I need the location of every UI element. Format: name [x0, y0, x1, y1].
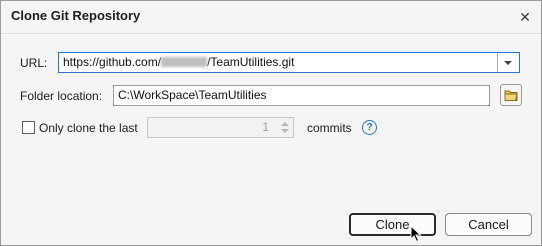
close-icon[interactable]: ✕ — [515, 7, 535, 27]
help-icon[interactable]: ? — [362, 120, 377, 135]
chevron-down-icon — [504, 61, 512, 65]
commit-count-value: 1 — [262, 120, 269, 134]
spinner-down-icon — [281, 129, 289, 133]
redacted-username — [161, 57, 208, 67]
url-dropdown-button[interactable] — [497, 53, 519, 72]
clone-button[interactable]: Clone — [349, 213, 436, 236]
url-combobox[interactable]: https://github.com/ /TeamUtilities.git — [58, 52, 520, 73]
dialog-title: Clone Git Repository — [11, 8, 141, 23]
only-clone-last-checkbox[interactable] — [22, 121, 35, 134]
only-clone-last-label: Only clone the last — [39, 121, 138, 135]
clone-git-repository-dialog: Clone Git Repository ✕ URL: https://gith… — [0, 0, 542, 246]
commits-label: commits — [307, 121, 352, 135]
folder-icon — [504, 90, 518, 101]
url-value-suffix: /TeamUtilities.git — [207, 55, 295, 69]
url-label: URL: — [20, 56, 48, 70]
title-bar: Clone Git Repository ✕ — [1, 1, 541, 33]
cancel-button[interactable]: Cancel — [445, 213, 532, 236]
mouse-cursor-icon — [410, 225, 422, 243]
folder-location-input[interactable]: C:\WorkSpace\TeamUtilities — [113, 85, 490, 106]
title-separator — [1, 33, 541, 34]
folder-location-label: Folder location: — [20, 89, 103, 103]
url-input[interactable]: https://github.com/ /TeamUtilities.git — [59, 53, 501, 72]
commit-count-spinner: 1 — [147, 117, 294, 138]
spinner-up-icon — [281, 122, 289, 126]
url-value-prefix: https://github.com/ — [63, 55, 162, 69]
spinner-arrows — [277, 118, 293, 137]
browse-folder-button[interactable] — [500, 84, 522, 106]
